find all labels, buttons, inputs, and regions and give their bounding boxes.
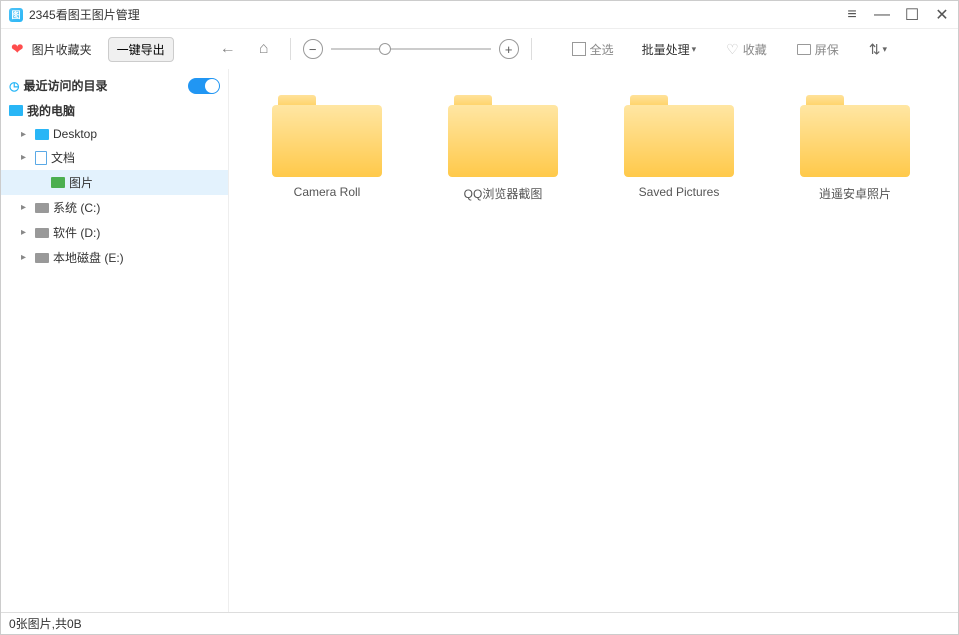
folder-item[interactable]: 逍遥安卓照片	[767, 89, 943, 208]
menu-icon[interactable]: ≡	[844, 7, 860, 23]
chevron-right-icon: ▸	[21, 252, 31, 263]
folder-item[interactable]: QQ浏览器截图	[415, 89, 591, 208]
status-text: 0张图片,共0B	[9, 615, 82, 632]
export-button[interactable]: 一键导出	[108, 37, 174, 62]
sidebar-item-label: 软件 (D:)	[53, 224, 100, 241]
favorite-action[interactable]: ♡ 收藏	[726, 41, 767, 58]
maximize-button[interactable]: ☐	[904, 7, 920, 23]
divider	[531, 38, 532, 60]
zoom-in-button[interactable]: +	[499, 39, 519, 59]
sort-icon: ⇅	[869, 41, 881, 58]
window-controls: ≡ — ☐ ✕	[844, 7, 950, 23]
folder-item[interactable]: Camera Roll	[239, 89, 415, 208]
favorite-label: 收藏	[743, 41, 767, 58]
zoom-slider: − +	[303, 39, 519, 59]
chevron-right-icon: ▸	[21, 152, 31, 163]
folder-label: QQ浏览器截图	[464, 185, 543, 202]
sidebar-recent[interactable]: ◷ 最近访问的目录	[1, 73, 228, 98]
checkbox-icon	[572, 42, 586, 56]
monitor-icon	[9, 105, 23, 116]
folder-icon	[800, 95, 910, 177]
select-all-checkbox[interactable]: 全选	[572, 41, 614, 58]
monitor-icon	[35, 129, 49, 140]
app-logo-icon: 图	[9, 8, 23, 22]
zoom-thumb[interactable]	[379, 43, 391, 55]
folder-icon	[272, 95, 382, 177]
close-button[interactable]: ✕	[934, 7, 950, 23]
divider	[290, 38, 291, 60]
sort-dropdown[interactable]: ⇅ ▾	[869, 41, 887, 58]
sidebar-item-label: 本地磁盘 (E:)	[53, 249, 124, 266]
batch-label: 批量处理	[642, 41, 690, 58]
sidebar: ◷ 最近访问的目录 我的电脑 ▸ Desktop ▸ 文档图片 ▸ 系统 (C:) ▸ 软件 …	[1, 69, 229, 612]
chevron-down-icon: ▾	[692, 44, 697, 55]
recent-label: 最近访问的目录	[23, 77, 107, 94]
window-title: 2345看图王图片管理	[29, 6, 844, 23]
clock-icon: ◷	[9, 79, 19, 93]
zoom-out-button[interactable]: −	[303, 39, 323, 59]
recent-toggle[interactable]	[188, 78, 220, 94]
photo-icon	[51, 177, 65, 188]
disk-icon	[35, 228, 49, 238]
disk-icon	[35, 253, 49, 263]
folder-icon	[624, 95, 734, 177]
toolbar: ❤ 图片收藏夹 一键导出 ← ⌂ − + 全选 批量处理 ▾ ♡ 收藏 屏保 ⇅…	[1, 29, 958, 69]
folder-item[interactable]: Saved Pictures	[591, 89, 767, 208]
sidebar-item[interactable]: ▸ 软件 (D:)	[1, 220, 228, 245]
folder-icon	[448, 95, 558, 177]
sidebar-item-label: 文档	[51, 149, 75, 166]
favorites-label[interactable]: 图片收藏夹	[32, 41, 92, 58]
screensaver-action[interactable]: 屏保	[797, 41, 839, 58]
folder-label: 逍遥安卓照片	[819, 185, 891, 202]
document-icon	[35, 151, 47, 165]
sidebar-item-label: 系统 (C:)	[53, 199, 100, 216]
sidebar-item-label: Desktop	[53, 127, 97, 141]
chevron-right-icon: ▸	[21, 227, 31, 238]
sidebar-item[interactable]: ▸ Desktop	[1, 123, 228, 145]
heart-outline-icon: ♡	[726, 41, 739, 58]
screensaver-label: 屏保	[815, 41, 839, 58]
titlebar: 图 2345看图王图片管理 ≡ — ☐ ✕	[1, 1, 958, 29]
folder-label: Camera Roll	[294, 185, 361, 199]
screensaver-icon	[797, 44, 811, 55]
content-grid: Camera Roll QQ浏览器截图 Saved Pictures 逍遥安卓照片	[229, 69, 958, 612]
zoom-track[interactable]	[331, 48, 491, 50]
minimize-button[interactable]: —	[874, 7, 890, 23]
sidebar-item[interactable]: 图片	[1, 170, 228, 195]
heart-icon: ❤	[11, 40, 24, 58]
folder-label: Saved Pictures	[639, 185, 720, 199]
chevron-right-icon: ▸	[21, 202, 31, 213]
sidebar-item[interactable]: ▸ 系统 (C:)	[1, 195, 228, 220]
computer-label: 我的电脑	[27, 102, 75, 119]
sidebar-computer[interactable]: 我的电脑	[1, 98, 228, 123]
up-button[interactable]: ⌂	[250, 35, 278, 63]
statusbar: 0张图片,共0B	[1, 612, 958, 634]
main-area: ◷ 最近访问的目录 我的电脑 ▸ Desktop ▸ 文档图片 ▸ 系统 (C:) ▸ 软件 …	[1, 69, 958, 612]
select-all-label: 全选	[590, 41, 614, 58]
back-button[interactable]: ←	[214, 35, 242, 63]
sidebar-item[interactable]: ▸ 本地磁盘 (E:)	[1, 245, 228, 270]
disk-icon	[35, 203, 49, 213]
sidebar-item-label: 图片	[69, 174, 93, 191]
chevron-down-icon: ▾	[883, 44, 888, 55]
sidebar-item[interactable]: ▸ 文档	[1, 145, 228, 170]
chevron-right-icon: ▸	[21, 129, 31, 140]
batch-dropdown[interactable]: 批量处理 ▾	[642, 41, 697, 58]
